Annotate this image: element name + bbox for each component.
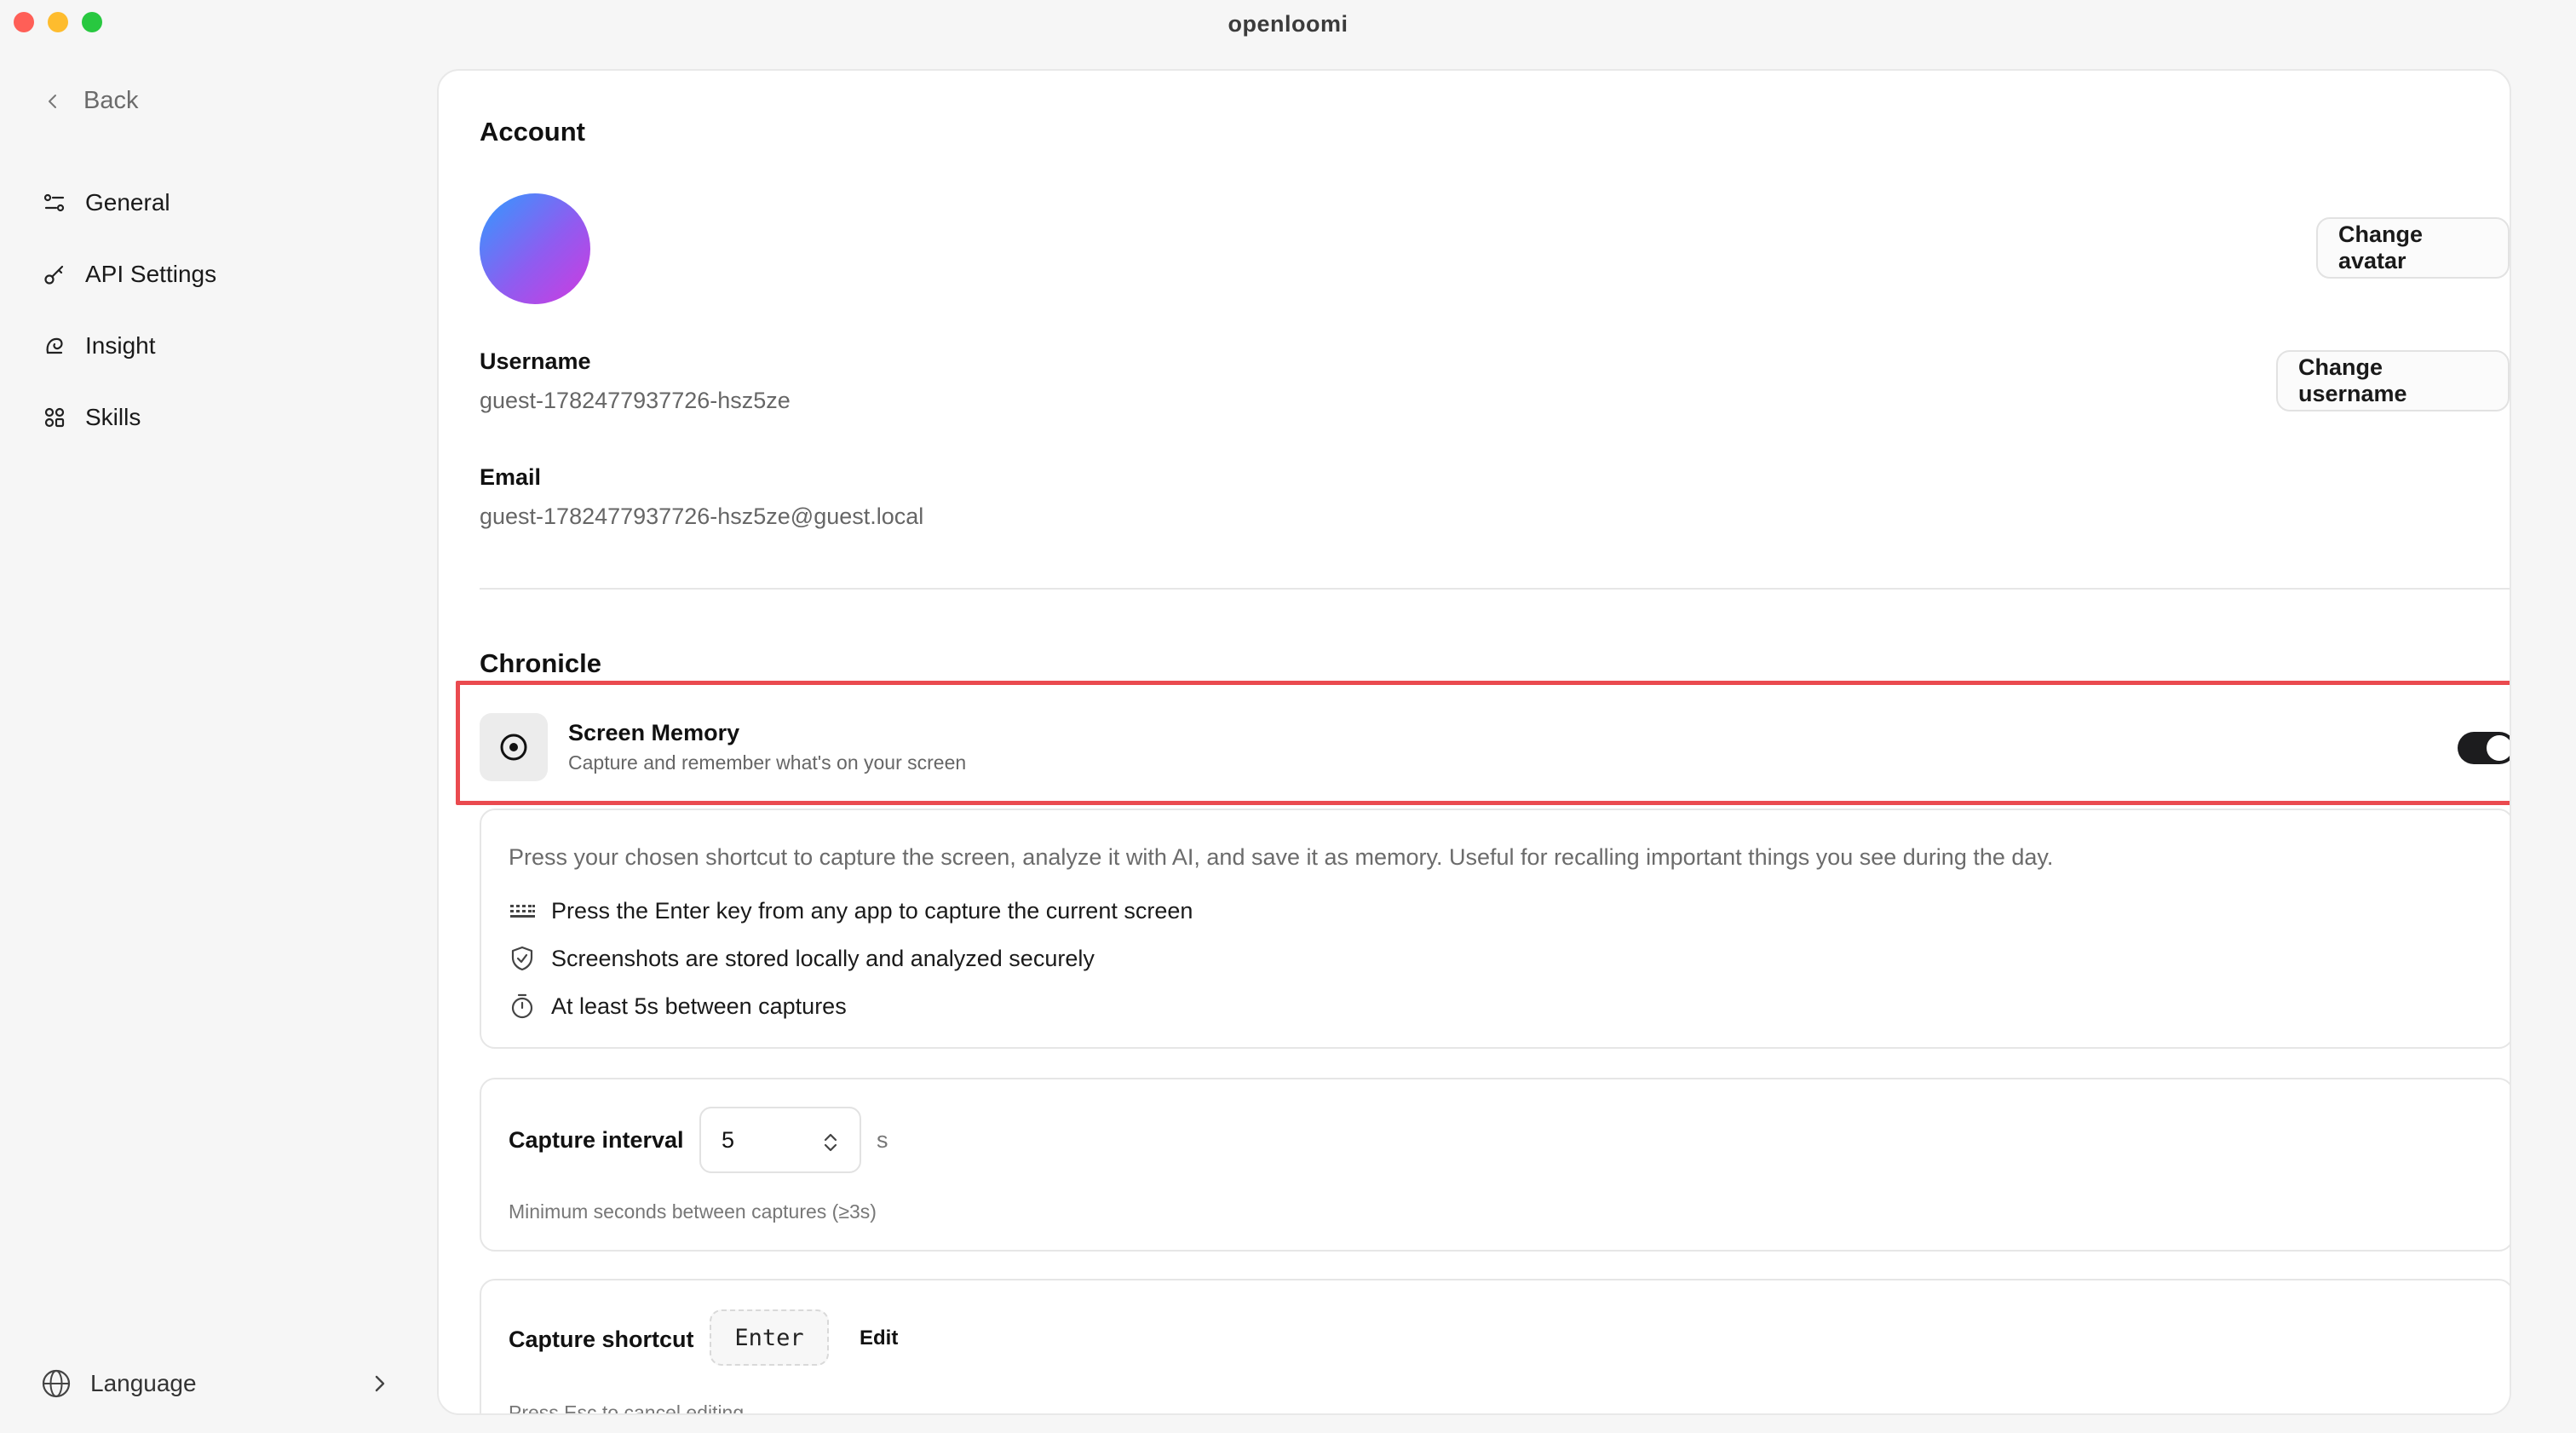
window-title: openloomi	[1228, 10, 1348, 37]
title-bar: openloomi	[0, 0, 2576, 48]
shield-check-icon	[511, 946, 533, 971]
username-label: Username	[480, 348, 591, 374]
window-controls	[14, 12, 102, 32]
shortcut-key-badge: Enter	[710, 1309, 829, 1366]
chevron-left-icon	[49, 94, 56, 108]
capture-shortcut-card: Capture shortcut Enter Edit Press Esc to…	[480, 1279, 2510, 1415]
sidebar-item-label: API Settings	[85, 261, 217, 287]
section-divider	[480, 588, 2510, 590]
grid-icon	[44, 407, 65, 428]
sidebar-item-general[interactable]: General	[43, 167, 216, 239]
capture-shortcut-hint: Press Esc to cancel editing.	[509, 1401, 750, 1415]
screen-memory-toggle[interactable]	[2458, 732, 2510, 764]
avatar	[480, 193, 590, 304]
change-avatar-button[interactable]: Change avatar	[2316, 217, 2510, 279]
sidebar-item-label: Skills	[85, 404, 141, 430]
info-bullet: At least 5s between captures	[509, 993, 847, 1020]
zoom-window-button[interactable]	[82, 12, 102, 32]
record-icon	[500, 734, 527, 761]
timer-icon	[511, 993, 533, 1019]
screen-memory-info-card: Press your chosen shortcut to capture th…	[480, 809, 2510, 1049]
stepper-arrows-icon[interactable]	[822, 1131, 839, 1154]
info-bullet-text: At least 5s between captures	[551, 993, 847, 1019]
info-bullet-text: Press the Enter key from any app to capt…	[551, 897, 1193, 924]
capture-interval-hint: Minimum seconds between captures (≥3s)	[509, 1200, 877, 1223]
sidebar-item-skills[interactable]: Skills	[43, 382, 216, 453]
screen-memory-title: Screen Memory	[568, 720, 740, 745]
settings-panel: Account Change avatar Username guest-178…	[437, 69, 2511, 1415]
capture-shortcut-label: Capture shortcut	[509, 1327, 694, 1352]
capture-interval-card: Capture interval 5 s Minimum seconds bet…	[480, 1078, 2510, 1252]
language-selector[interactable]: Language	[41, 1360, 390, 1407]
toggle-knob	[2487, 735, 2510, 761]
edit-shortcut-button[interactable]: Edit	[860, 1327, 898, 1350]
chronicle-section-title: Chronicle	[480, 648, 601, 678]
language-label: Language	[90, 1370, 197, 1396]
sidebar-item-api-settings[interactable]: API Settings	[43, 239, 216, 310]
username-value: guest-1782477937726-hsz5ze	[480, 388, 791, 413]
sliders-icon	[43, 193, 65, 212]
highlight-box	[456, 681, 2510, 805]
back-label: Back	[83, 87, 139, 114]
capture-interval-value: 5	[722, 1126, 735, 1153]
sidebar-nav: General API Settings Insight Skills	[43, 167, 216, 453]
globe-icon	[42, 1369, 71, 1398]
sidebar-item-insight[interactable]: Insight	[43, 310, 216, 382]
sidebar-item-label: General	[85, 189, 170, 216]
capture-interval-unit: s	[877, 1127, 888, 1153]
info-bullet-text: Screenshots are stored locally and analy…	[551, 945, 1095, 971]
close-window-button[interactable]	[14, 12, 34, 32]
screen-memory-icon-tile	[480, 713, 548, 781]
account-section-title: Account	[480, 117, 585, 147]
capture-interval-stepper[interactable]: 5	[699, 1107, 861, 1173]
key-icon	[44, 265, 64, 285]
info-bullet: Screenshots are stored locally and analy…	[509, 945, 1095, 972]
capture-interval-label: Capture interval	[509, 1127, 684, 1153]
email-label: Email	[480, 464, 542, 490]
keyboard-icon	[510, 905, 535, 918]
chevron-right-icon	[375, 1375, 385, 1392]
info-bullet: Press the Enter key from any app to capt…	[509, 897, 1193, 924]
sidebar: Back General API Settings Insight Skills…	[0, 48, 436, 1433]
change-username-button[interactable]: Change username	[2276, 350, 2510, 411]
minimize-window-button[interactable]	[48, 12, 68, 32]
sidebar-item-label: Insight	[85, 332, 156, 359]
insight-icon	[46, 337, 63, 354]
screen-memory-subtitle: Capture and remember what's on your scre…	[568, 751, 967, 774]
screen-memory-description: Press your chosen shortcut to capture th…	[509, 844, 2054, 870]
email-value: guest-1782477937726-hsz5ze@guest.local	[480, 504, 924, 529]
back-button[interactable]: Back	[44, 87, 138, 115]
